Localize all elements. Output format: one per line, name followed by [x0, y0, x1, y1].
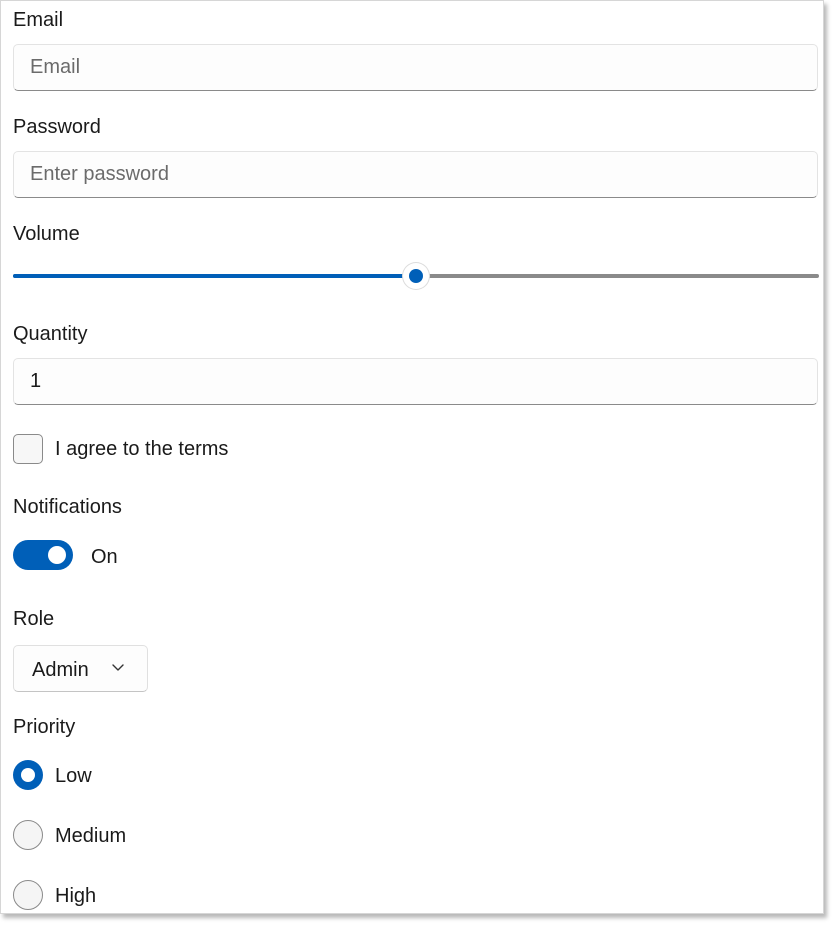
priority-high-label[interactable]: High	[55, 884, 96, 908]
priority-medium-label[interactable]: Medium	[55, 824, 126, 848]
role-selected-value: Admin	[32, 659, 89, 681]
notifications-label: Notifications	[13, 496, 122, 518]
priority-radio-high[interactable]	[13, 880, 43, 910]
priority-label: Priority	[13, 716, 76, 738]
priority-radio-low[interactable]	[13, 760, 43, 790]
toggle-state-label: On	[91, 546, 118, 568]
role-dropdown[interactable]: Admin	[13, 645, 148, 692]
priority-low-label[interactable]: Low	[55, 764, 92, 788]
quantity-label: Quantity	[13, 323, 88, 345]
terms-checkbox-label[interactable]: I agree to the terms	[55, 437, 228, 461]
password-label: Password	[13, 116, 101, 138]
toggle-knob	[48, 546, 66, 564]
form-panel: Email Password Volume Quantity I agree t…	[0, 0, 824, 914]
role-label: Role	[13, 608, 55, 630]
quantity-field[interactable]	[13, 358, 818, 405]
slider-fill	[13, 274, 416, 278]
volume-slider[interactable]	[13, 263, 819, 289]
slider-thumb[interactable]	[403, 263, 429, 289]
volume-label: Volume	[13, 223, 80, 245]
priority-radio-medium[interactable]	[13, 820, 43, 850]
email-field[interactable]	[13, 44, 818, 91]
terms-checkbox[interactable]	[13, 434, 43, 464]
chevron-down-icon	[112, 664, 124, 671]
email-label: Email	[13, 9, 64, 31]
password-field[interactable]	[13, 151, 818, 198]
notifications-toggle[interactable]	[13, 540, 73, 570]
